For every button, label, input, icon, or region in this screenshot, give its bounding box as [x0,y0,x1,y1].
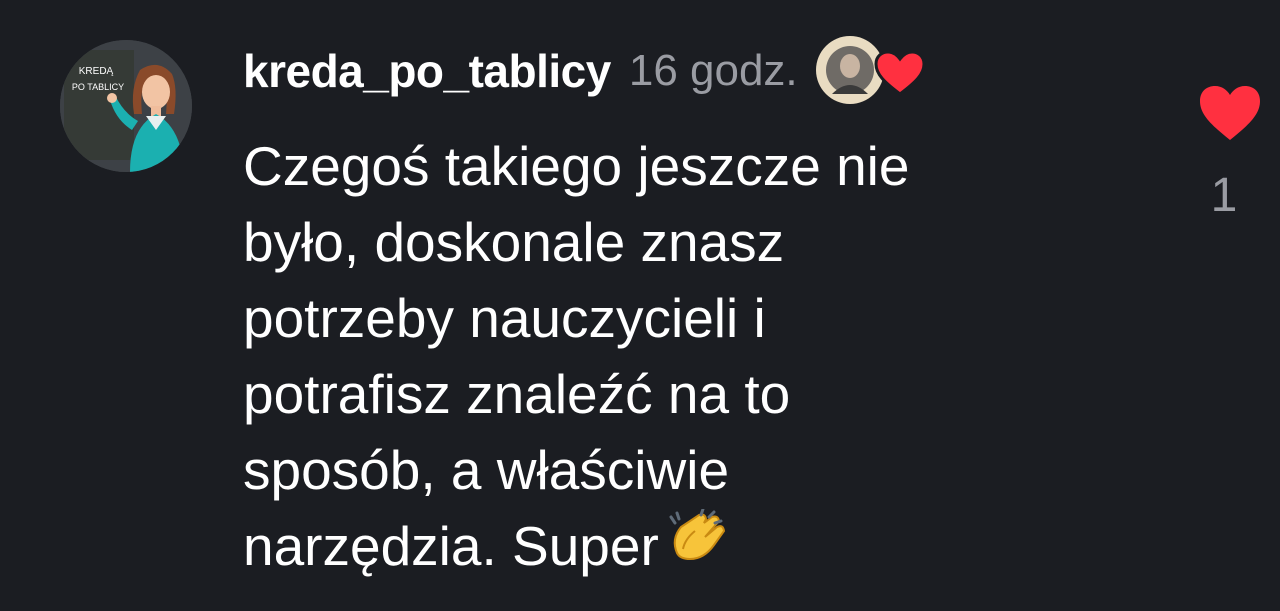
avatar[interactable]: KREDĄ PO TABLICY [60,40,192,172]
comment-item: KREDĄ PO TABLICY kreda_po_tablicy 16 god… [0,0,1280,611]
avatar-text-2: PO TABLICY [72,82,124,92]
avatar-text-1: KREDĄ [79,66,114,77]
avatar-image: KREDĄ PO TABLICY [60,40,192,172]
comment-body: Czegoś takiego jeszcze nie było, doskona… [243,128,1163,592]
creator-liked-badge [815,36,936,106]
timestamp: 16 godz. [628,46,798,95]
creator-heart-icon [874,50,926,96]
comment-text: Czegoś takiego jeszcze nie było, doskona… [243,135,910,577]
username[interactable]: kreda_po_tablicy [243,44,611,98]
clapping-hands-icon [665,507,729,592]
like-heart-icon[interactable] [1198,84,1262,144]
like-count: 1 [1210,169,1238,222]
comment-header: kreda_po_tablicy 16 godz. [243,36,936,106]
